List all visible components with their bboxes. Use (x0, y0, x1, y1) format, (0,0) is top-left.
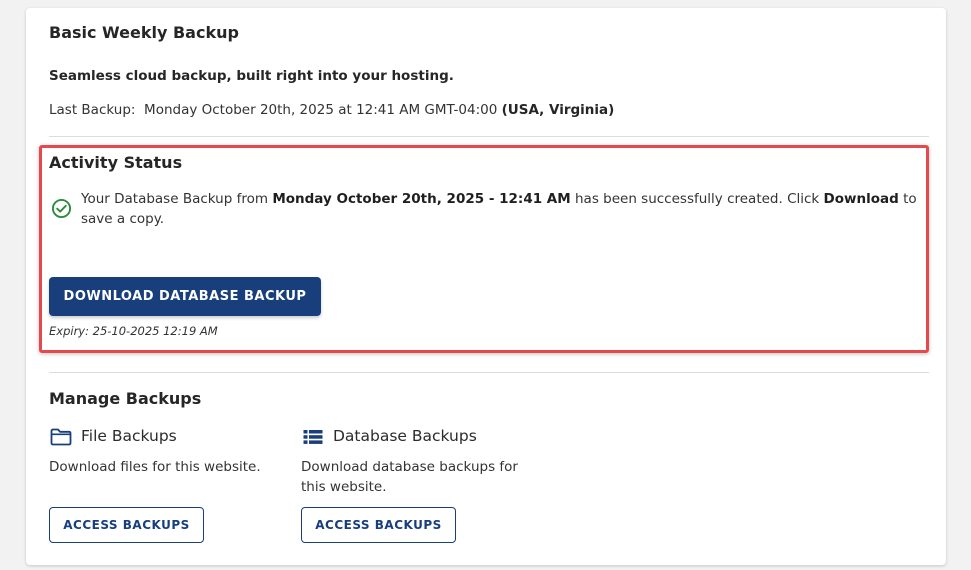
status-msg-prefix: Your Database Backup from (81, 191, 269, 207)
last-backup-region: (USA, Virginia) (501, 102, 615, 118)
backup-card: Basic Weekly Backup Seamless cloud backu… (26, 8, 946, 565)
expiry-text: Expiry: 25-10-2025 12:19 AM (49, 324, 218, 338)
status-msg-action: Download (823, 191, 899, 207)
last-backup-label: Last Backup: (49, 102, 136, 118)
check-circle-icon (51, 198, 72, 219)
section-divider (49, 372, 929, 373)
section-divider (49, 136, 929, 137)
activity-status-title: Activity Status (49, 153, 183, 172)
status-msg-middle: has been successfully created. Click (574, 191, 820, 207)
last-backup-line: Last Backup: Monday October 20th, 2025 a… (49, 102, 614, 118)
activity-highlight-frame (39, 145, 929, 353)
database-list-icon (303, 430, 323, 444)
database-backups-description: Download database backups for this websi… (301, 459, 518, 495)
file-backups-description: Download files for this website. (49, 459, 261, 475)
download-database-backup-button[interactable]: DOWNLOAD DATABASE BACKUP (49, 277, 321, 316)
access-file-backups-button[interactable]: ACCESS BACKUPS (49, 507, 204, 543)
card-title: Basic Weekly Backup (49, 23, 239, 42)
card-tagline: Seamless cloud backup, built right into … (49, 68, 454, 84)
last-backup-value: Monday October 20th, 2025 at 12:41 AM GM… (144, 102, 498, 118)
access-database-backups-button[interactable]: ACCESS BACKUPS (301, 507, 456, 543)
folder-icon (50, 428, 72, 446)
file-backups-title: File Backups (81, 427, 177, 445)
database-backups-title: Database Backups (333, 427, 477, 445)
status-msg-date: Monday October 20th, 2025 - 12:41 AM (272, 191, 571, 207)
activity-status-message: Your Database Backup from Monday October… (81, 189, 931, 229)
manage-backups-title: Manage Backups (49, 389, 202, 408)
